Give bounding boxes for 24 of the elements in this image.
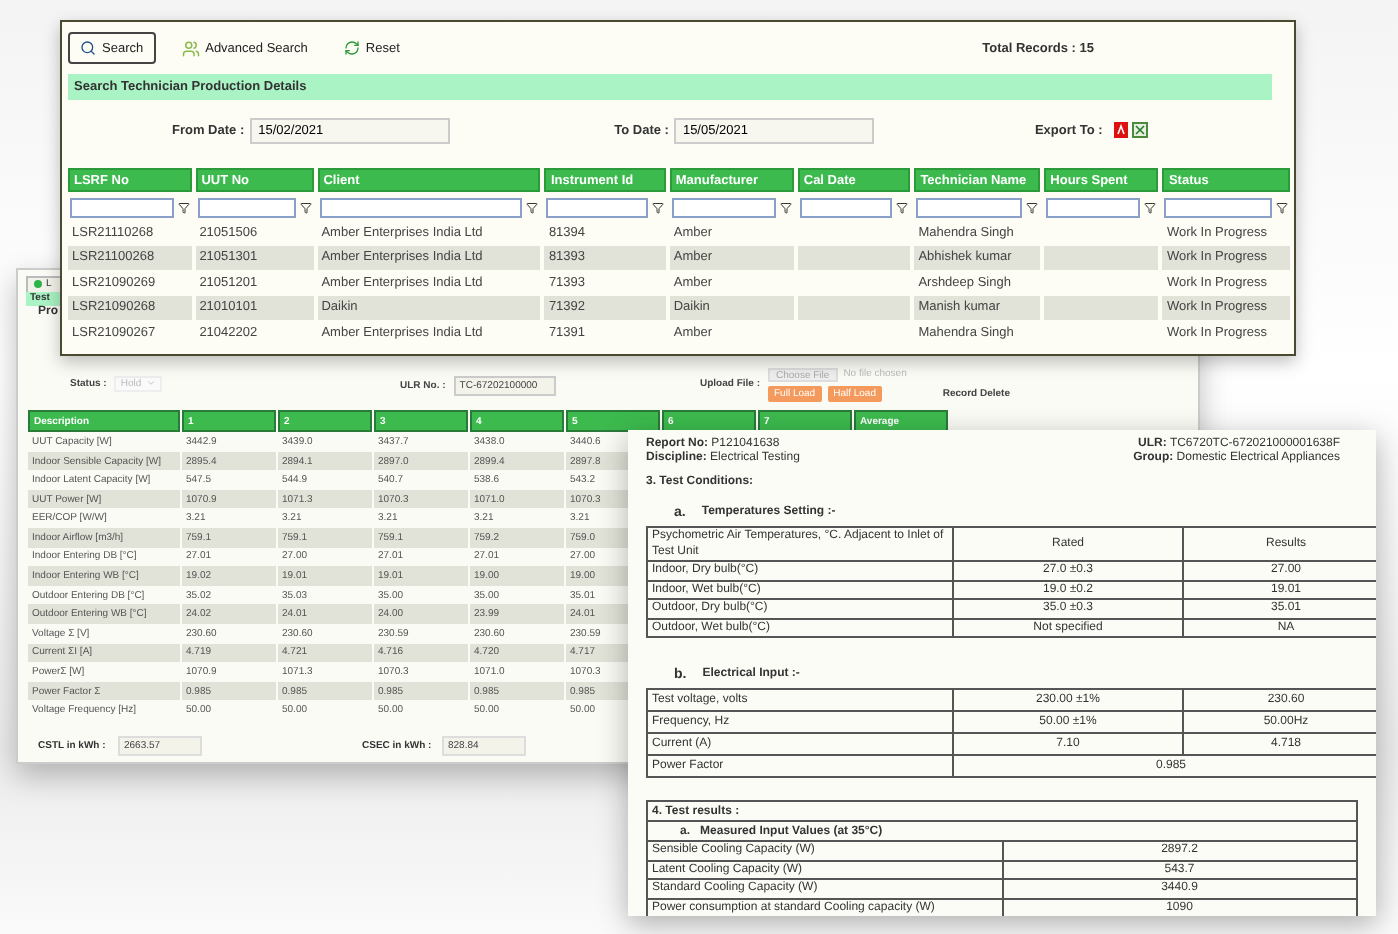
filter-icon[interactable] xyxy=(779,201,792,213)
filter-field[interactable] xyxy=(1046,197,1141,217)
filter-icon[interactable] xyxy=(299,201,312,213)
filter-field[interactable] xyxy=(70,197,174,217)
refresh-icon xyxy=(343,40,360,56)
filter-icon[interactable] xyxy=(1026,201,1039,213)
filter-field[interactable] xyxy=(197,197,296,217)
filter-field[interactable] xyxy=(916,197,1023,217)
filter-field[interactable] xyxy=(319,197,523,217)
filter-field[interactable] xyxy=(799,197,893,217)
spreadsheet-icon[interactable] xyxy=(1132,122,1149,138)
search-icon xyxy=(80,40,96,56)
filter-icon[interactable] xyxy=(651,201,664,213)
filter-icon[interactable] xyxy=(896,201,909,213)
filter-icon[interactable] xyxy=(1144,201,1157,213)
pdf-icon[interactable] xyxy=(1114,122,1129,138)
filter-field[interactable] xyxy=(671,197,776,217)
chevron-icon xyxy=(145,378,156,389)
filter-icon[interactable] xyxy=(1276,201,1288,213)
filter-icon[interactable] xyxy=(177,201,190,213)
filter-field[interactable] xyxy=(546,197,648,217)
filter-field[interactable] xyxy=(1164,197,1272,217)
people-icon xyxy=(181,39,200,57)
filter-icon[interactable] xyxy=(526,201,539,213)
